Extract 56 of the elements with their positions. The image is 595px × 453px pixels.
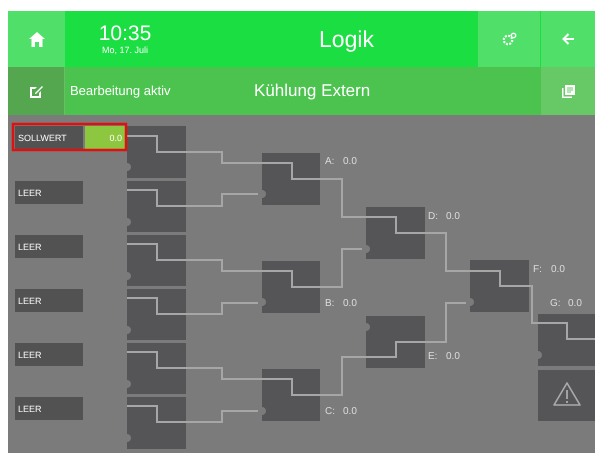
edit-button[interactable] <box>8 67 65 115</box>
output-name: F: <box>533 264 542 275</box>
logic-gate[interactable] <box>127 235 186 286</box>
output-value: 0.0 <box>343 156 357 167</box>
logic-gate[interactable] <box>127 397 186 449</box>
logic-gate[interactable] <box>127 343 186 394</box>
logic-gate[interactable] <box>366 207 425 259</box>
output-name: B: <box>325 298 334 309</box>
input-value-box[interactable] <box>85 126 125 149</box>
input-label-box[interactable] <box>15 397 83 420</box>
logic-gate[interactable] <box>262 369 320 421</box>
home-icon <box>28 32 44 46</box>
input-label-box[interactable] <box>15 126 83 149</box>
output-value: 0.0 <box>568 298 582 309</box>
list-icon <box>562 84 574 98</box>
logic-gate[interactable] <box>262 153 320 205</box>
logic-gate[interactable] <box>127 126 186 178</box>
input-label: LEER <box>18 350 42 360</box>
output-value: 0.0 <box>343 298 357 309</box>
output-value: 0.0 <box>343 406 357 417</box>
output-name: E: <box>428 351 438 362</box>
logic-gate[interactable] <box>127 289 186 340</box>
input-label: SOLLWERT <box>18 133 67 143</box>
logic-gate[interactable] <box>262 261 320 313</box>
page-title: Logik <box>318 25 375 54</box>
settings-icon <box>502 32 516 46</box>
home-button[interactable] <box>8 11 65 67</box>
output-value: 0.0 <box>446 351 460 362</box>
clock-time: 10:35 <box>98 23 152 45</box>
output-name: A: <box>325 156 334 167</box>
input-label: LEER <box>18 242 42 252</box>
back-arrow-icon <box>562 33 574 45</box>
logic-title: Kühlung Extern <box>253 80 372 102</box>
warning-button[interactable] <box>538 370 595 421</box>
input-value: 0.0 <box>109 133 122 143</box>
output-value: 0.0 <box>551 264 565 275</box>
edit-icon <box>30 84 42 98</box>
logic-gate[interactable] <box>470 260 529 312</box>
clock-date: Mo, 17. Juli <box>102 45 148 55</box>
input-label-box[interactable] <box>15 289 83 312</box>
logic-gate[interactable] <box>366 316 425 368</box>
list-button[interactable] <box>541 67 595 115</box>
output-name: G: <box>550 298 561 309</box>
output-name: C: <box>325 406 335 417</box>
warning-icon <box>553 382 581 406</box>
input-label-box[interactable] <box>15 343 83 366</box>
logic-gate[interactable] <box>538 314 595 366</box>
logic-gate[interactable] <box>127 181 186 232</box>
input-label: LEER <box>18 404 42 414</box>
output-name: D: <box>428 211 438 222</box>
input-label: LEER <box>18 296 42 306</box>
input-label: LEER <box>18 188 42 198</box>
input-label-box[interactable] <box>15 235 83 258</box>
input-label-box[interactable] <box>15 181 83 204</box>
output-value: 0.0 <box>446 211 460 222</box>
edit-status: Bearbeitung aktiv <box>69 82 172 100</box>
